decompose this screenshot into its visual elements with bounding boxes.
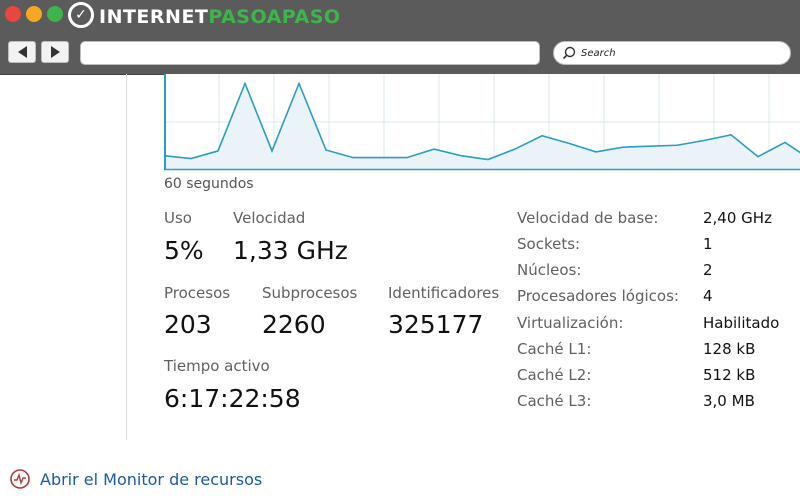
procesos-label: Procesos	[164, 284, 231, 302]
back-button[interactable]	[8, 41, 36, 63]
spec-value-cache-l2: 512 kB	[703, 366, 756, 384]
velocidad-value: 1,33 GHz	[233, 236, 348, 265]
identificadores-value: 325177	[388, 310, 484, 339]
graph-time-caption: 60 segundos	[164, 176, 254, 192]
tiempo-activo-value: 6:17:22:58	[164, 384, 301, 413]
spec-label-virtualization: Virtualización:	[517, 314, 624, 332]
browser-title-bar: ✓ INTERNETPASOAPASO	[0, 0, 800, 34]
browser-toolbar	[0, 34, 800, 75]
identificadores-label: Identificadores	[388, 284, 500, 302]
cpu-graph-svg	[164, 74, 800, 171]
minimize-window-button[interactable]	[26, 6, 42, 22]
spec-label-base-speed: Velocidad de base:	[517, 209, 659, 227]
spec-label-cache-l1: Caché L1:	[517, 340, 592, 358]
spec-label-cache-l3: Caché L3:	[517, 392, 592, 410]
spec-label-cores: Núcleos:	[517, 261, 582, 279]
open-resource-monitor-link[interactable]: Abrir el Monitor de recursos	[40, 470, 262, 489]
site-logo-text: INTERNETPASOAPASO	[99, 4, 341, 30]
arrow-right-icon	[50, 46, 60, 58]
spec-value-logical-processors: 4	[703, 287, 713, 305]
spec-label-sockets: Sockets:	[517, 235, 581, 253]
velocidad-label: Velocidad	[233, 209, 306, 227]
spec-label-logical-processors: Procesadores lógicos:	[517, 287, 679, 305]
spec-value-cores: 2	[703, 261, 713, 279]
subprocesos-label: Subprocesos	[262, 284, 358, 302]
spec-value-cache-l1: 128 kB	[703, 340, 756, 358]
forward-button[interactable]	[41, 41, 69, 63]
close-window-button[interactable]	[5, 6, 21, 22]
tiempo-activo-label: Tiempo activo	[164, 357, 270, 375]
spec-value-sockets: 1	[703, 235, 713, 253]
search-box[interactable]	[553, 41, 791, 65]
sidebar-divider	[126, 74, 127, 440]
spec-value-virtualization: Habilitado	[703, 314, 780, 332]
spec-value-base-speed: 2,40 GHz	[703, 209, 772, 227]
spec-value-cache-l3: 3,0 MB	[703, 392, 755, 410]
cpu-usage-graph	[164, 74, 800, 171]
search-icon	[562, 46, 576, 60]
search-input[interactable]	[579, 46, 783, 60]
uso-value: 5%	[164, 236, 204, 265]
spec-label-cache-l2: Caché L2:	[517, 366, 592, 384]
subprocesos-value: 2260	[262, 310, 326, 339]
logo-text-green: PASOAPASO	[208, 6, 341, 28]
logo-text-white: INTERNET	[99, 6, 209, 28]
procesos-value: 203	[164, 310, 212, 339]
resource-monitor-icon[interactable]	[9, 468, 31, 490]
arrow-left-icon	[17, 46, 27, 58]
site-logo-icon: ✓	[68, 2, 94, 28]
uso-label: Uso	[164, 209, 192, 227]
maximize-window-button[interactable]	[47, 6, 63, 22]
address-bar[interactable]	[80, 41, 540, 65]
